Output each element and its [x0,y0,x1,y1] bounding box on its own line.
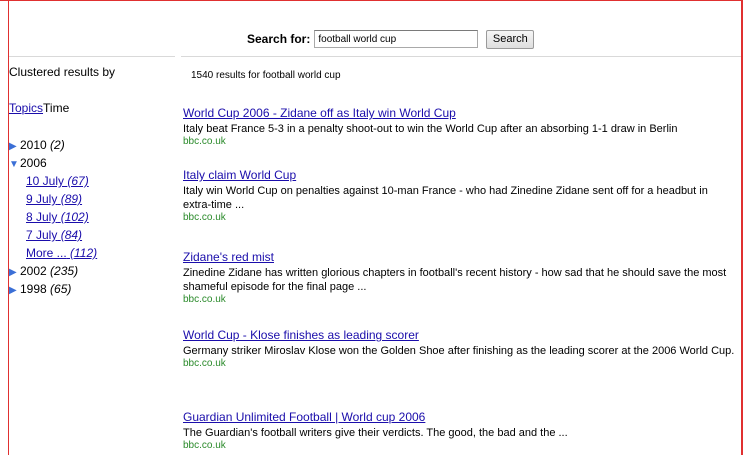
year-label: 2002 [20,264,47,278]
search-result: Zidane's red mist Zinedine Zidane has wr… [183,248,739,306]
date-cluster-7-july[interactable]: 7 July (84) [9,226,175,244]
year-label: 2010 [20,138,47,152]
year-label: 2006 [20,156,47,170]
date-count: (112) [70,246,98,260]
result-url: bbc.co.uk [183,294,226,305]
view-topics-link[interactable]: Topics [9,101,43,115]
result-title-link[interactable]: World Cup - Klose finishes as leading sc… [183,328,419,342]
result-snippet: Italy win World Cup on penalties against… [183,185,708,211]
search-result: Guardian Unlimited Football | World cup … [183,408,739,452]
more-dates-link[interactable]: More ... (112) [26,246,97,260]
date-count: (102) [60,210,89,224]
result-title-link[interactable]: Guardian Unlimited Football | World cup … [183,410,425,424]
date-cluster-link[interactable]: 8 July (102) [26,210,89,224]
year-count: (235) [50,264,79,278]
result-snippet: The Guardian's football writers give the… [183,427,568,439]
results-divider [181,56,741,57]
search-input[interactable] [314,30,479,48]
year-count: (2) [50,138,65,152]
triangle-right-icon[interactable]: ▶ [9,282,20,300]
result-snippet: Germany striker Miroslav Klose won the G… [183,345,735,357]
search-result: Italy claim World Cup Italy win World Cu… [183,166,739,224]
year-1998-row[interactable]: ▶ 1998 (65) [9,280,175,298]
date-label: 10 July [26,174,65,188]
date-count: (67) [67,174,89,188]
year-label: 1998 [20,282,47,296]
search-result: World Cup - Klose finishes as leading sc… [183,326,739,370]
result-title-link[interactable]: World Cup 2006 - Zidane off as Italy win… [183,106,456,120]
result-count: 1540 results for football world cup [191,70,341,81]
date-cluster-10-july[interactable]: 10 July (67) [9,172,175,190]
results-panel: 1540 results for football world cup Worl… [183,70,739,451]
search-button[interactable]: Search [486,29,535,49]
year-2006-row[interactable]: ▼2006 [9,154,175,172]
date-cluster-link[interactable]: 10 July (67) [26,174,89,188]
search-result: World Cup 2006 - Zidane off as Italy win… [183,104,739,148]
result-url: bbc.co.uk [183,212,226,223]
result-url: bbc.co.uk [183,136,226,147]
year-count: (65) [50,282,72,296]
date-cluster-9-july[interactable]: 9 July (89) [9,190,175,208]
year-2002-row[interactable]: ▶ 2002 (235) [9,262,175,280]
sidebar-divider [9,56,175,57]
view-time-label: Time [43,101,70,115]
date-label: 9 July [26,192,58,206]
result-title-link[interactable]: Italy claim World Cup [183,168,296,182]
sidebar-title: Clustered results by [9,65,116,79]
search-bar: Search for: Search [247,29,535,49]
result-snippet: Zinedine Zidane has written glorious cha… [183,267,727,293]
result-title-link[interactable]: Zidane's red mist [183,250,274,264]
date-label: 8 July [26,210,58,224]
date-cluster-more[interactable]: More ... (112) [9,244,175,262]
date-label: More ... [26,246,67,260]
cluster-view-switcher: TopicsTime [9,100,69,116]
date-count: (89) [60,192,83,206]
result-snippet: Italy beat France 5-3 in a penalty shoot… [183,123,678,135]
date-count: (84) [60,228,83,242]
date-cluster-8-july[interactable]: 8 July (102) [9,208,175,226]
result-url: bbc.co.uk [183,358,226,369]
date-cluster-link[interactable]: 7 July (84) [26,228,82,242]
time-cluster-tree: ▶ 2010 (2) ▼2006 10 July (67) 9 July (89)… [9,136,175,298]
date-label: 7 July [26,228,58,242]
date-cluster-link[interactable]: 9 July (89) [26,192,82,206]
frame-border-top [0,0,743,1]
year-2010-row[interactable]: ▶ 2010 (2) [9,136,175,154]
cluster-sidebar: Clustered results by TopicsTime ▶ 2010 (2… [9,64,175,296]
search-label: Search for: [247,32,311,46]
result-url: bbc.co.uk [183,440,226,451]
